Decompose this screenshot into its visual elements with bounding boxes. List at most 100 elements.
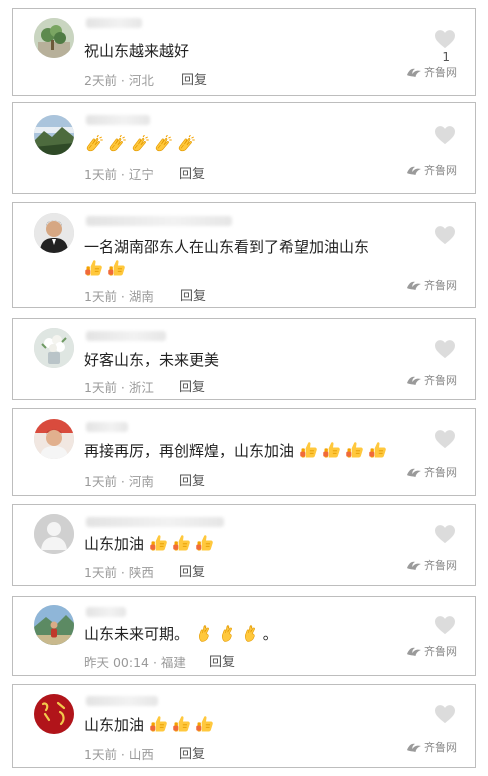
comment-card: 山东加油 1天前 · 山西 回复 齐鲁网: [12, 684, 476, 768]
clapping-hands-icon: [153, 135, 173, 155]
heart-icon[interactable]: [434, 29, 456, 49]
clapping-hands-icon: [130, 135, 150, 155]
comment-card: 再接再厉，再创辉煌，山东加油 1天前 · 河南 回复 齐鲁网: [12, 408, 476, 496]
qilu-logo-icon: [406, 741, 422, 753]
avatar[interactable]: [34, 419, 74, 459]
username-blurred: [86, 607, 126, 617]
comment-text: 山东加油: [84, 714, 417, 736]
watermark: 齐鲁网: [406, 739, 457, 755]
comment-card: 好客山东，未来更美 1天前 · 浙江 回复 齐鲁网: [12, 318, 476, 400]
clapping-hands-icon: [107, 135, 127, 155]
crossed-fingers-icon: [217, 623, 237, 643]
watermark: 齐鲁网: [406, 557, 457, 573]
watermark: 齐鲁网: [406, 643, 457, 659]
watermark-text: 齐鲁网: [424, 741, 457, 754]
watermark: 齐鲁网: [406, 277, 457, 293]
avatar[interactable]: [34, 694, 74, 734]
comment-body: 祝山东越来越好: [84, 42, 190, 60]
qilu-logo-icon: [406, 374, 422, 386]
heart-icon[interactable]: [434, 125, 456, 145]
clapping-hands-icon: [176, 135, 196, 155]
username-blurred: [86, 115, 150, 125]
qilu-logo-icon: [406, 559, 422, 571]
thumbs-up-icon: [299, 440, 319, 460]
qilu-logo-icon: [406, 645, 422, 657]
comment-card: 祝山东越来越好 2天前 · 河北 回复 1 齐鲁网: [12, 8, 476, 96]
qilu-logo-icon: [406, 466, 422, 478]
comment-body: 好客山东，未来更美: [84, 351, 220, 369]
watermark-text: 齐鲁网: [424, 66, 457, 79]
comment-card: 1天前 · 辽宁 回复 齐鲁网: [12, 102, 476, 194]
watermark: 齐鲁网: [406, 372, 457, 388]
heart-icon[interactable]: [434, 615, 456, 635]
comment-time-location: 1天前 · 辽宁: [84, 167, 154, 182]
watermark-text: 齐鲁网: [424, 466, 457, 479]
watermark-text: 齐鲁网: [424, 374, 457, 387]
comment-suffix: 。: [262, 625, 278, 643]
watermark-text: 齐鲁网: [424, 279, 457, 292]
watermark: 齐鲁网: [406, 464, 457, 480]
reply-button[interactable]: 回复: [179, 376, 205, 395]
reply-button[interactable]: 回复: [209, 651, 235, 670]
username-blurred: [86, 18, 142, 28]
heart-icon[interactable]: [434, 225, 456, 245]
reply-button[interactable]: 回复: [181, 69, 207, 88]
comment-time-location: 1天前 · 山西: [84, 747, 154, 762]
comment-time-location: 1天前 · 浙江: [84, 380, 154, 395]
reply-button[interactable]: 回复: [179, 561, 205, 580]
comment-body: 山东加油: [84, 535, 145, 553]
comment-body: 山东加油: [84, 716, 145, 734]
comment-card: 山东加油 1天前 · 陕西 回复 齐鲁网: [12, 504, 476, 586]
reply-button[interactable]: 回复: [179, 743, 205, 762]
comment-time-location: 1天前 · 湖南: [84, 289, 154, 304]
clapping-hands-icon: [84, 135, 104, 155]
username-blurred: [86, 517, 224, 527]
heart-icon[interactable]: [434, 704, 456, 724]
reply-button[interactable]: 回复: [180, 285, 206, 304]
avatar[interactable]: [34, 328, 74, 368]
comment-text: 山东未来可期。 。: [84, 623, 417, 645]
heart-icon[interactable]: [434, 429, 456, 449]
thumbs-up-icon: [195, 533, 215, 553]
thumbs-up-icon: [84, 258, 104, 278]
thumbs-up-icon: [149, 533, 169, 553]
heart-icon[interactable]: [434, 339, 456, 359]
watermark-text: 齐鲁网: [424, 559, 457, 572]
avatar[interactable]: [34, 605, 74, 645]
crossed-fingers-icon: [240, 623, 260, 643]
thumbs-up-icon: [172, 714, 192, 734]
crossed-fingers-icon: [194, 623, 214, 643]
watermark: 齐鲁网: [406, 64, 457, 80]
reply-button[interactable]: 回复: [179, 163, 205, 182]
username-blurred: [86, 331, 166, 341]
watermark-text: 齐鲁网: [424, 164, 457, 177]
comment-card: 一名湖南邵东人在山东看到了希望加油山东 1天前 · 湖南 回复 齐鲁网: [12, 202, 476, 308]
username-blurred: [86, 422, 128, 432]
comment-text: 再接再厉，再创辉煌，山东加油: [84, 440, 417, 462]
thumbs-up-icon: [107, 258, 127, 278]
comment-text: 山东加油: [84, 533, 417, 555]
watermark: 齐鲁网: [406, 162, 457, 178]
thumbs-up-icon: [345, 440, 365, 460]
comment-text: 好客山东，未来更美: [84, 349, 417, 371]
comment-text: 祝山东越来越好: [84, 40, 417, 62]
thumbs-up-icon: [149, 714, 169, 734]
username-blurred: [86, 696, 158, 706]
watermark-text: 齐鲁网: [424, 645, 457, 658]
comment-time-location: 2天前 · 河北: [84, 73, 154, 88]
thumbs-up-icon: [195, 714, 215, 734]
avatar[interactable]: [34, 514, 74, 554]
comment-body: 一名湖南邵东人在山东看到了希望加油山东: [84, 238, 370, 256]
thumbs-up-icon: [322, 440, 342, 460]
comment-body: 再接再厉，再创辉煌，山东加油: [84, 442, 295, 460]
comment-time-location: 昨天 00:14 · 福建: [84, 655, 186, 670]
heart-icon[interactable]: [434, 524, 456, 544]
comment-text: 一名湖南邵东人在山东看到了希望加油山东: [84, 236, 417, 280]
avatar[interactable]: [34, 115, 74, 155]
qilu-logo-icon: [406, 164, 422, 176]
avatar[interactable]: [34, 18, 74, 58]
reply-button[interactable]: 回复: [179, 470, 205, 489]
thumbs-up-icon: [172, 533, 192, 553]
avatar[interactable]: [34, 213, 74, 253]
like-count: 1: [442, 50, 450, 64]
